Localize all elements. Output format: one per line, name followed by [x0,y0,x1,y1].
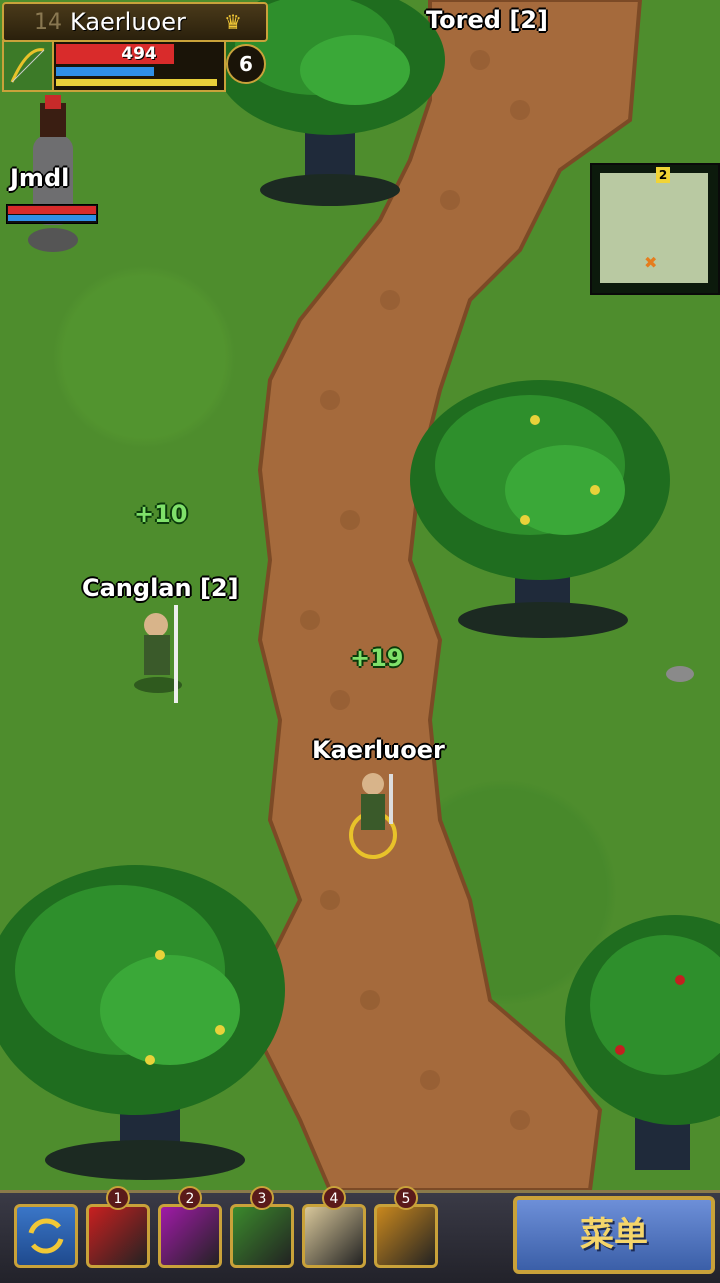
skill-slot-number: 5 [394,1186,418,1210]
stone-shield-skill-icon[interactable] [230,1204,294,1268]
bow-weapon-icon[interactable] [2,40,54,92]
tree [0,865,285,1180]
npc-jmdl-mp [8,215,96,221]
skill-slot-number: 2 [178,1186,202,1210]
player-marker-icon: ✖ [644,253,658,272]
player-status-hud[interactable]: 14 Kaerluoer ♛ 494 6 [0,0,270,92]
hud-level-ghost: 14 [34,10,62,35]
hud-player-name: Kaerluoer [70,8,186,36]
npc-jmdl-hp [8,206,96,214]
npc-tored-name: Tored [2] [426,6,548,34]
shadow-step-skill-icon[interactable] [158,1204,222,1268]
swap-skills-button[interactable] [14,1204,78,1268]
black-arrow-skill-icon[interactable] [302,1204,366,1268]
minimap[interactable]: 2 ✖ [590,163,720,295]
hud-bars: 494 [52,40,226,92]
npc-jmdl-name: Jmdl [10,164,70,192]
hp-value: 494 [121,44,157,64]
npc-canglan-name: Canglan [2] [82,574,239,602]
skill-slot-number: 4 [322,1186,346,1210]
xp-bar [56,79,217,86]
refresh-icon [28,1218,64,1254]
xp-gain-popup: +19 [350,644,404,672]
hud-name-bar: 14 Kaerluoer ♛ [2,2,268,42]
menu-button[interactable]: 菜单 [513,1196,715,1274]
player-level-badge: 6 [226,44,266,84]
skill-slot-number: 1 [106,1186,130,1210]
game-world[interactable]: Tored [2] Jmdl Canglan [2] Kaerluoer +10… [0,0,720,1190]
crown-icon: ♛ [224,10,242,34]
npc-jmdl-bars [6,204,98,224]
skill-slot-number: 3 [250,1186,274,1210]
player-sprite[interactable] [345,770,405,865]
npc-canglan-sprite[interactable] [130,605,190,705]
minimap-zone-number: 2 [656,167,670,183]
tree [410,380,670,638]
player-name-label: Kaerluoer [312,736,445,764]
mp-bar [56,67,155,76]
rat-creature[interactable] [662,662,702,686]
red-arrow-skill-icon[interactable] [86,1204,150,1268]
tree [565,915,720,1170]
bear-trap-skill-icon[interactable] [374,1204,438,1268]
xp-gain-popup: +10 [134,500,188,528]
